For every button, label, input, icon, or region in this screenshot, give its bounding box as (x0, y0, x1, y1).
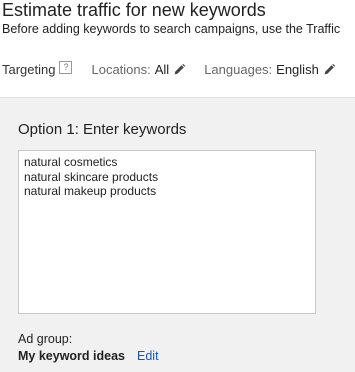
option-1-title: Option 1: Enter keywords (18, 121, 187, 138)
languages-label: Languages: (204, 61, 273, 77)
targeting-row: Targeting ? Locations: All Languages: En… (2, 60, 336, 78)
help-icon[interactable]: ? (59, 60, 73, 74)
locations-setting[interactable]: Locations: All (91, 62, 186, 77)
locations-label: Locations: (91, 61, 151, 77)
ad-group-name: My keyword ideas (18, 349, 125, 363)
keywords-input[interactable]: natural cosmetics natural skincare produ… (18, 150, 316, 314)
page-subtitle: Before adding keywords to search campaig… (2, 22, 341, 36)
languages-setting[interactable]: Languages: English (204, 62, 336, 77)
pencil-icon[interactable] (173, 63, 186, 76)
ad-group-row: My keyword ideas Edit (18, 349, 159, 364)
pencil-icon[interactable] (323, 63, 336, 76)
ad-group-label: Ad group: (18, 332, 73, 346)
targeting-label: Targeting (2, 61, 56, 77)
page-title: Estimate traffic for new keywords (2, 0, 266, 20)
locations-value: All (154, 61, 170, 77)
page: Estimate traffic for new keywords Before… (0, 0, 355, 372)
edit-ad-group-link[interactable]: Edit (137, 349, 159, 364)
languages-value: English (276, 61, 319, 77)
